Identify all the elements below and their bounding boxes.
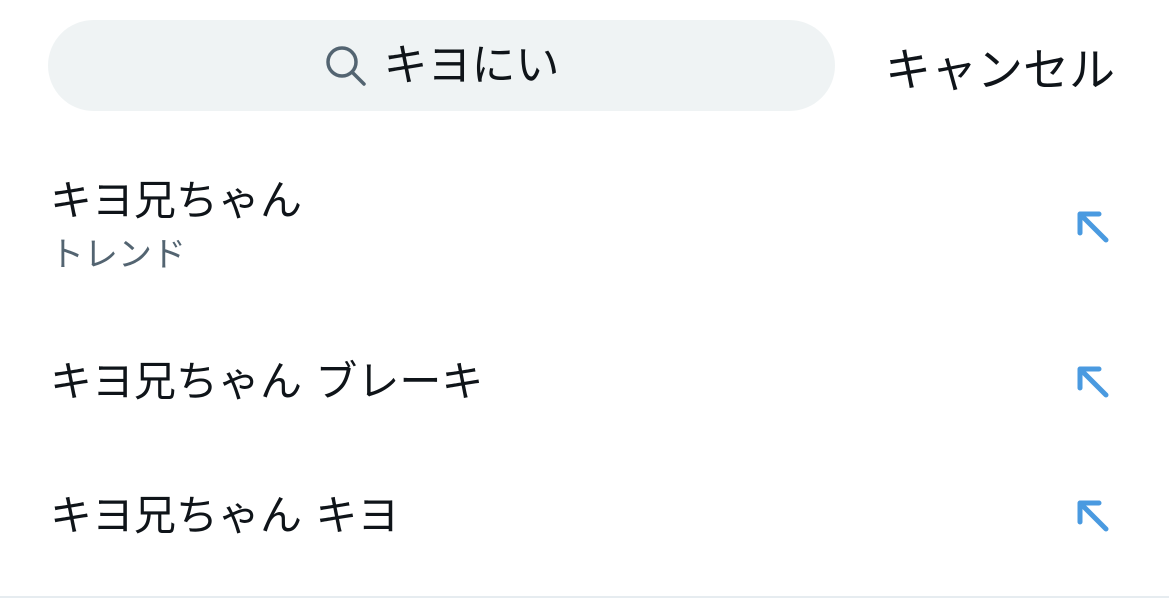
suggestion-text: キヨ兄ちゃん: [50, 176, 303, 225]
suggestion-subtext: トレンド: [50, 235, 186, 275]
search-bar[interactable]: キヨにい: [48, 20, 835, 111]
suggestion-item[interactable]: キヨ兄ちゃん ブレーキ: [0, 320, 1169, 450]
suggestion-item[interactable]: キヨ兄ちゃん キヨ: [0, 455, 1169, 585]
suggestion-text: キヨ兄ちゃん ブレーキ: [50, 357, 484, 406]
arrow-up-left-icon[interactable]: [1072, 495, 1112, 535]
arrow-up-left-icon[interactable]: [1072, 361, 1112, 401]
search-icon: [325, 45, 366, 86]
suggestion-text: キヨ兄ちゃん キヨ: [50, 491, 400, 540]
cancel-button[interactable]: キャンセル: [885, 40, 1115, 100]
suggestion-item[interactable]: キヨ兄ちゃん トレンド: [0, 150, 1169, 300]
arrow-up-left-icon[interactable]: [1072, 206, 1112, 246]
search-input[interactable]: キヨにい: [384, 43, 560, 88]
